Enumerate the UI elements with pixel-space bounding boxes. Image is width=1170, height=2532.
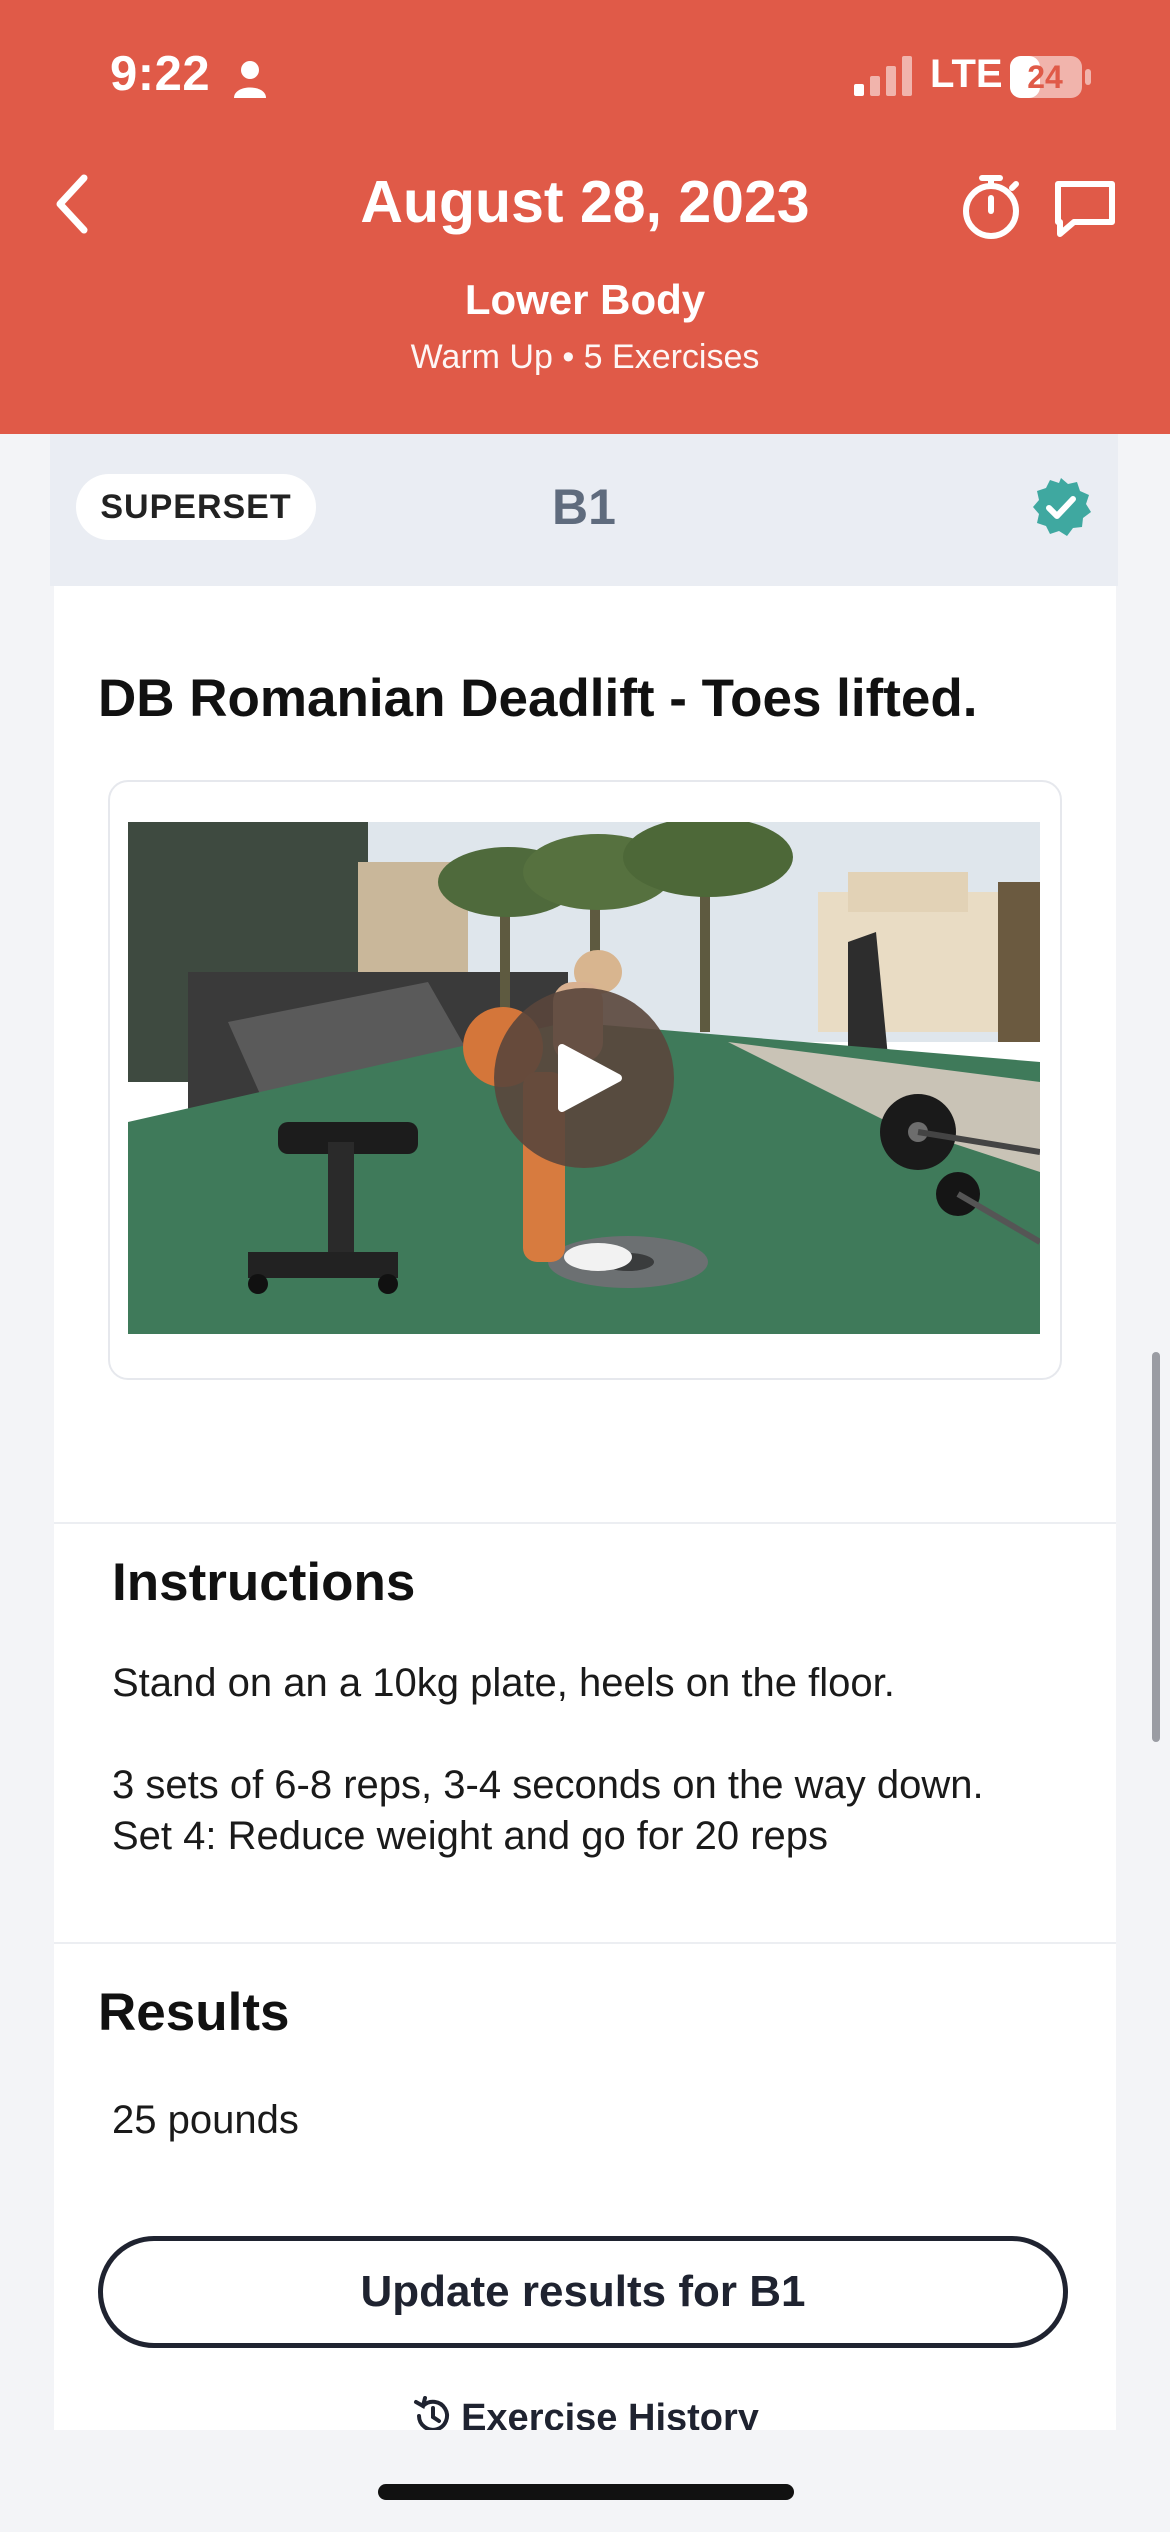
results-heading: Results (98, 1983, 290, 2042)
play-icon (558, 1044, 622, 1112)
chat-icon[interactable] (1052, 178, 1118, 240)
battery-level: 24 (1027, 59, 1063, 95)
status-time: 9:22 (110, 47, 211, 101)
section-divider (54, 1522, 1116, 1524)
exercise-card: DB Romanian Deadlift - Toes lifted. Inst… (54, 586, 1116, 2430)
instructions-text: Stand on an a 10kg plate, heels on the f… (112, 1658, 1012, 1862)
verified-check-icon (1033, 478, 1091, 536)
network-label: LTE (930, 52, 1003, 96)
update-results-button[interactable]: Update results for B1 (98, 2236, 1068, 2348)
superset-code: B1 (552, 479, 616, 535)
instruction-line (112, 1709, 1012, 1760)
stopwatch-icon[interactable] (960, 174, 1022, 240)
instruction-line: 3 sets of 6-8 reps, 3-4 seconds on the w… (112, 1763, 984, 1807)
section-divider (54, 1942, 1116, 1944)
workout-name: Lower Body (464, 276, 706, 323)
exercise-history-label: Exercise History (461, 2397, 759, 2430)
person-icon (234, 61, 266, 98)
home-indicator[interactable] (378, 2484, 794, 2500)
play-button[interactable] (494, 988, 674, 1168)
header-bar: 9:22 LTE 24 August 28, 2023 Lower Body W… (0, 0, 1170, 434)
scrollbar[interactable] (1152, 1352, 1160, 1742)
exercise-history-link[interactable]: Exercise History (54, 2394, 1116, 2430)
signal-icon (854, 56, 912, 96)
superset-bar: SUPERSET B1 (50, 434, 1118, 586)
instruction-line: Stand on an a 10kg plate, heels on the f… (112, 1661, 895, 1705)
history-icon (414, 2396, 450, 2430)
instructions-heading: Instructions (112, 1553, 416, 1612)
exercise-title: DB Romanian Deadlift - Toes lifted. (98, 669, 978, 728)
workout-meta: Warm Up • 5 Exercises (410, 338, 760, 376)
instruction-line: Set 4: Reduce weight and go for 20 reps (112, 1814, 829, 1858)
results-value: 25 pounds (112, 2098, 299, 2142)
